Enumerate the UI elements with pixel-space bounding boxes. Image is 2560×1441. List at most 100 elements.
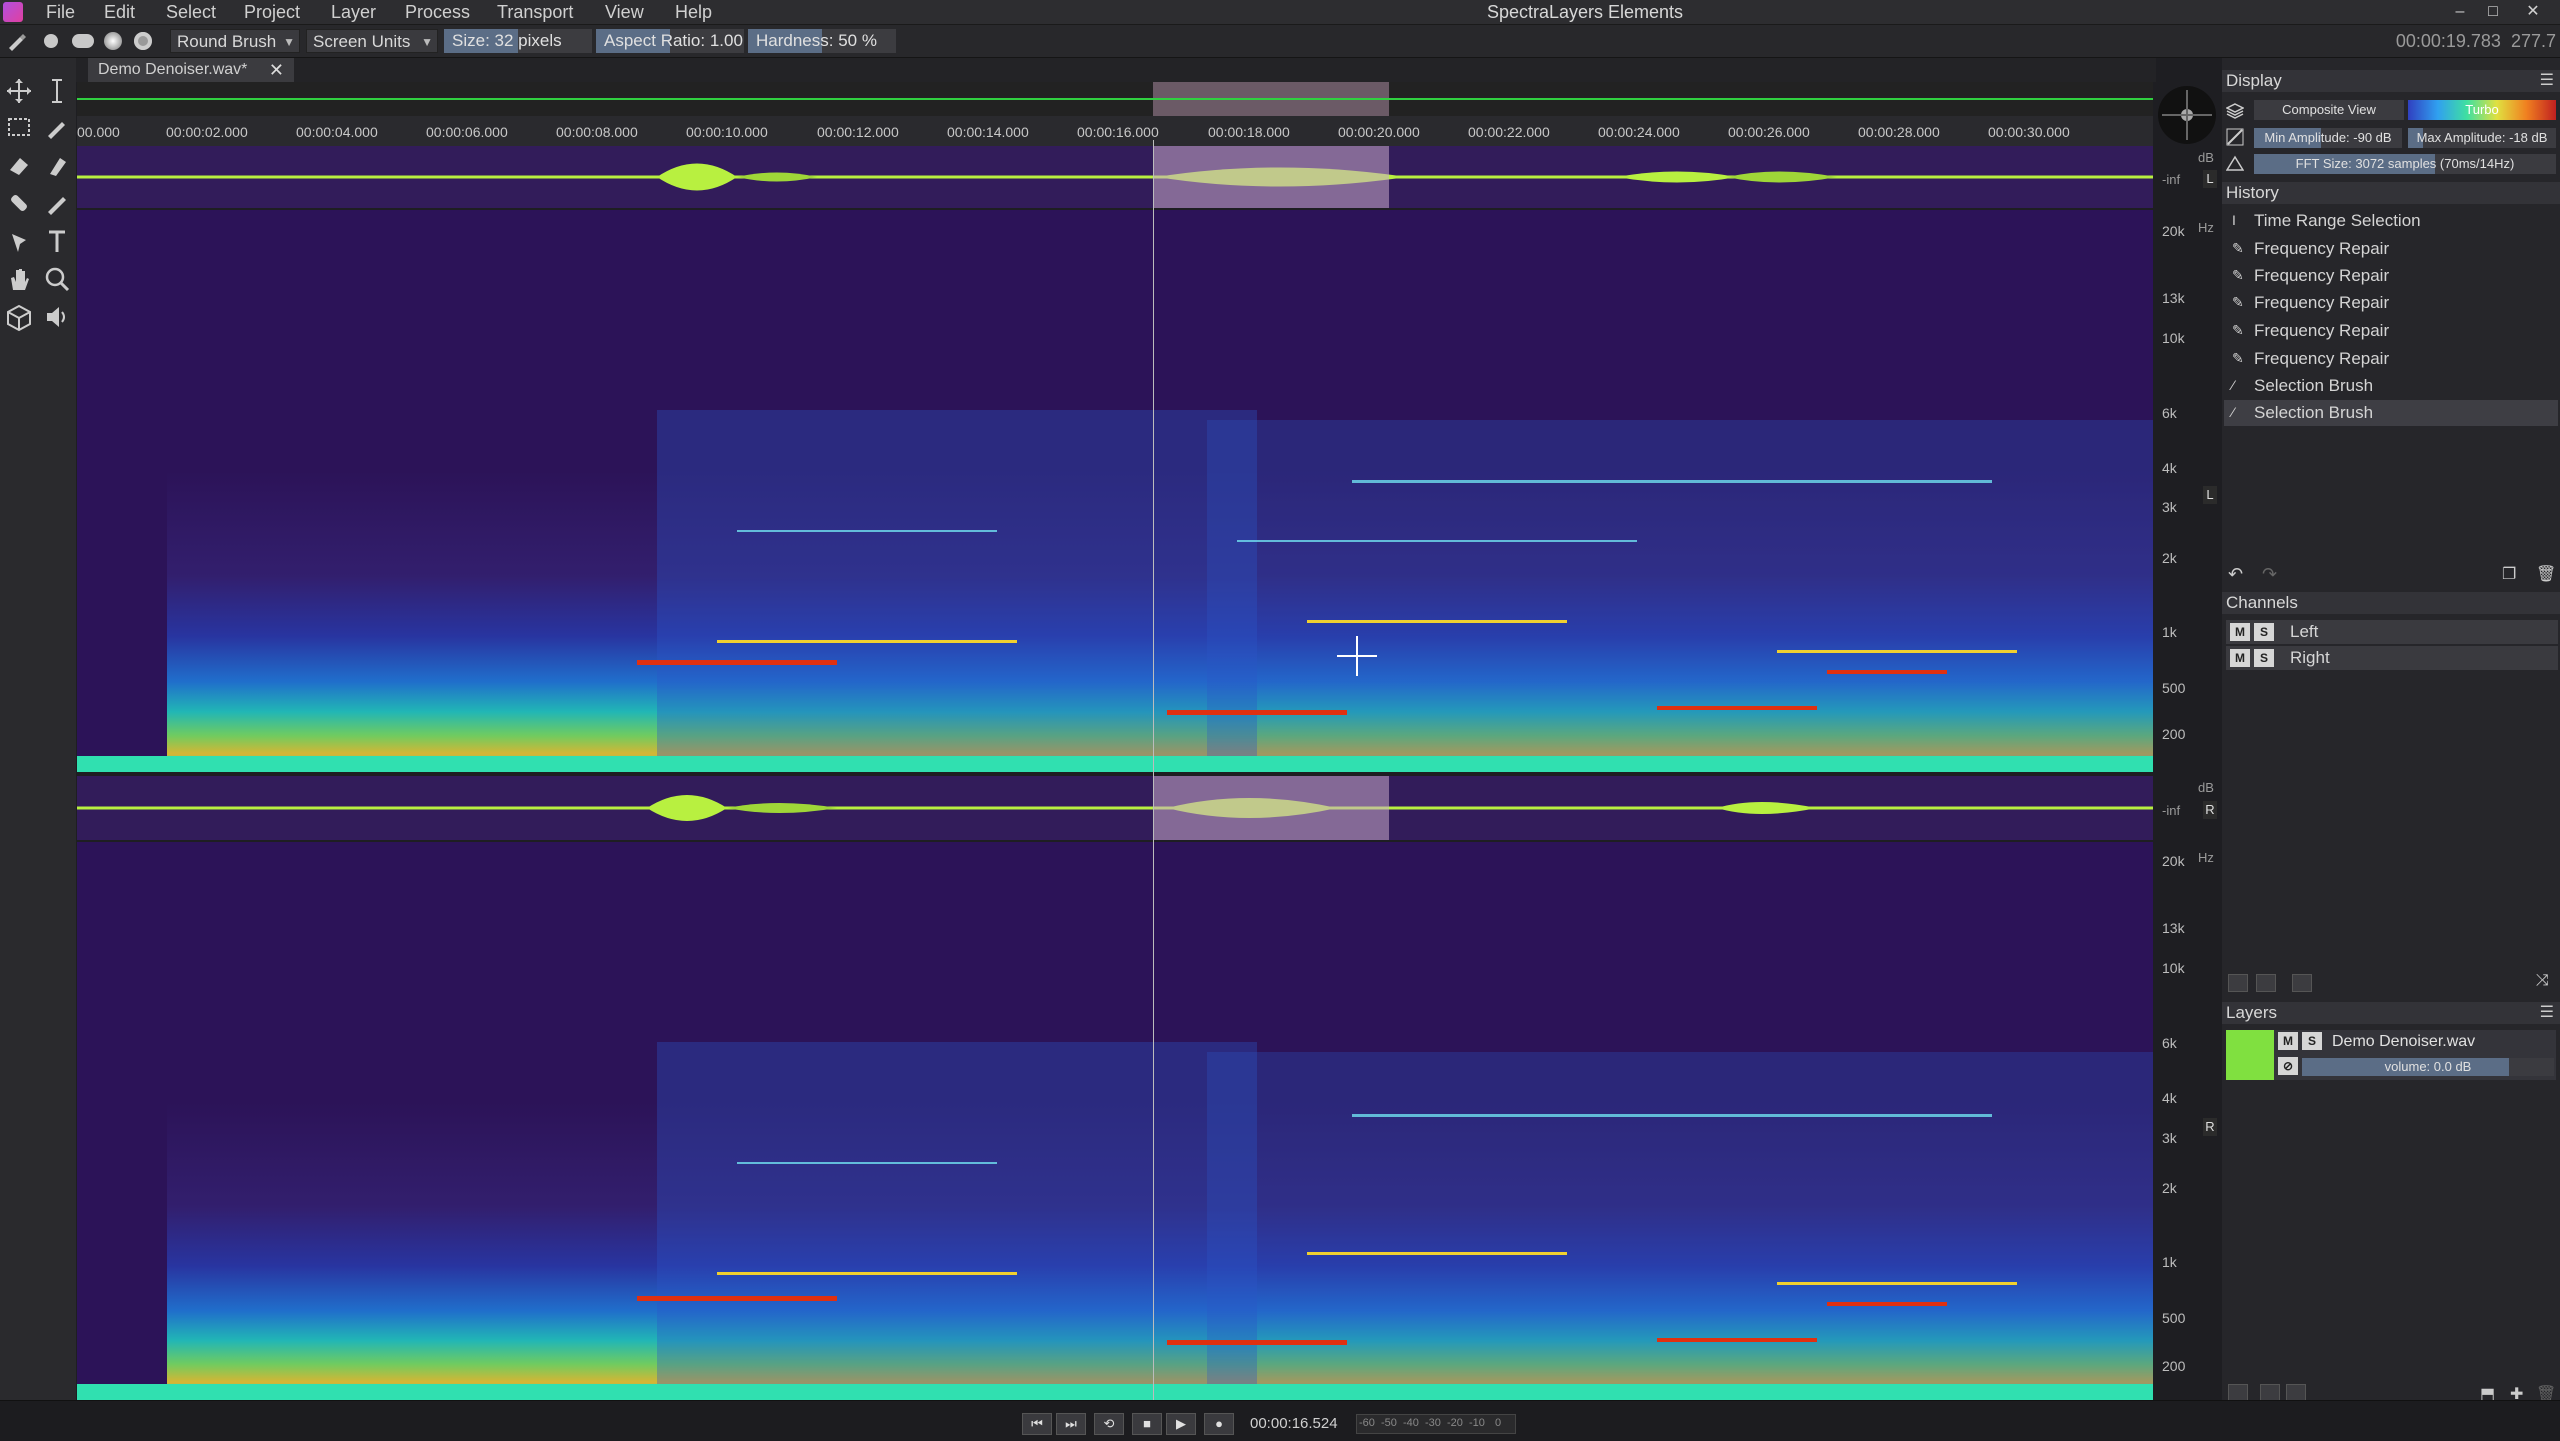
go-to-end-icon[interactable]: ⏭ [1056,1413,1086,1435]
layers-panel-header: Layers ☰ [2222,1002,2560,1024]
display-menu-icon[interactable]: ☰ [2540,70,2554,92]
history-panel-header: History [2222,182,2560,204]
bandage-icon: ✎ [2232,240,2244,256]
brush-shape-dropdown[interactable]: Round Brush ▼ [170,29,300,53]
brush-soft-icon[interactable] [104,32,122,50]
close-tab-icon[interactable]: ✕ [269,58,284,82]
file-tab[interactable]: Demo Denoiser.wav* ✕ [88,58,294,82]
amplitude-icon [2226,128,2244,146]
layers-stack-icon[interactable] [2226,102,2244,120]
brush-tool-icon[interactable] [6,31,26,51]
history-item[interactable]: ✎ Frequency Repair [2224,318,2558,344]
history-item[interactable]: ✎ Frequency Repair [2224,290,2558,316]
shuffle-icon[interactable]: ⤨ [2536,972,2549,990]
pencil-icon[interactable] [42,188,72,218]
channel-row-left[interactable]: M S Left [2226,620,2558,644]
channel-solo-all-button[interactable] [2256,974,2276,992]
layer-row[interactable]: M S Demo Denoiser.wav ⊘ volume: 0.0 dB [2226,1030,2556,1080]
time-select-tool-icon[interactable] [42,76,72,106]
menu-edit[interactable]: Edit [104,0,135,24]
copy-icon[interactable]: ❐ [2502,564,2516,584]
right-channel-badge: R [2203,801,2217,819]
mute-button[interactable]: M [2230,649,2250,667]
units-dropdown[interactable]: Screen Units ▼ [306,29,438,53]
meter-tick: -10 [1469,1417,1485,1429]
zoom-tool-icon[interactable] [42,264,72,294]
menu-layer[interactable]: Layer [331,0,376,24]
history-item[interactable]: ✎ Frequency Repair [2224,236,2558,262]
size-slider[interactable]: Size: 32 pixels [444,29,592,53]
pen-tool-icon[interactable] [4,226,34,256]
layers-menu-icon[interactable]: ☰ [2540,1002,2554,1024]
solo-button[interactable]: S [2254,623,2274,641]
brush-small-dot-icon[interactable] [44,34,58,48]
history-item[interactable]: ✎ Frequency Repair [2224,346,2558,372]
colormap-select[interactable]: Turbo [2408,100,2556,120]
loop-icon[interactable]: ⟲ [1094,1413,1124,1435]
right-spectrogram-image [77,1042,2153,1400]
time-tick-label: 00:00:06.000 [426,124,508,140]
minimize-icon[interactable]: – [2445,0,2475,24]
mute-button[interactable]: M [2230,623,2250,641]
max-amplitude-slider[interactable]: Max Amplitude: -18 dB [2408,128,2556,148]
min-amplitude-slider[interactable]: Min Amplitude: -90 dB [2254,128,2402,148]
rectangle-select-icon[interactable] [4,112,34,142]
transport-time: 00:00:16.524 [1250,1415,1338,1432]
menu-select[interactable]: Select [166,0,216,24]
speaker-icon[interactable] [42,302,72,332]
left-spectrogram[interactable] [77,210,2153,772]
left-selection-range[interactable] [1153,146,1389,208]
play-icon[interactable]: ▶ [1166,1413,1196,1435]
left-waveform[interactable] [77,146,2153,208]
menu-view[interactable]: View [605,0,644,24]
maximize-icon[interactable]: □ [2478,0,2508,24]
layer-volume-slider[interactable]: volume: 0.0 dB [2302,1058,2554,1076]
history-item-current[interactable]: ⁄ Selection Brush [2224,400,2558,426]
right-spectrogram[interactable] [77,842,2153,1400]
close-window-icon[interactable]: ✕ [2518,0,2548,24]
hand-tool-icon[interactable] [4,264,34,294]
stop-icon[interactable]: ■ [1132,1413,1162,1435]
frequency-repair-icon[interactable] [4,188,34,218]
menu-transport[interactable]: Transport [497,0,573,24]
channel-mute-all-button[interactable] [2228,974,2248,992]
menu-process[interactable]: Process [405,0,470,24]
text-tool-icon[interactable] [42,226,72,256]
navigator-wheel-icon[interactable] [2156,84,2218,146]
layer-solo-button[interactable]: S [2302,1032,2322,1050]
eraser-icon[interactable] [4,150,34,180]
brush-ellipse-icon[interactable] [72,34,94,48]
redo-icon[interactable]: ↷ [2262,564,2277,585]
time-tick-label: 00:00:24.000 [1598,124,1680,140]
brush-hard-icon[interactable] [134,32,152,50]
bandage-icon: ✎ [2232,294,2244,310]
fft-size-slider[interactable]: FFT Size: 3072 samples (70ms/14Hz) [2254,154,2556,174]
layer-fx-button[interactable]: ⊘ [2278,1057,2298,1075]
menu-help[interactable]: Help [675,0,712,24]
view-mode-select[interactable]: Composite View [2254,100,2404,120]
right-waveform[interactable] [77,776,2153,840]
playhead-line[interactable] [1153,140,1154,1400]
undo-icon[interactable]: ↶ [2228,564,2243,585]
3d-view-icon[interactable] [4,302,34,332]
selection-brush-icon[interactable] [42,112,72,142]
history-item[interactable]: ⁄ Selection Brush [2224,373,2558,399]
aspect-ratio-slider[interactable]: Aspect Ratio: 1.00 [596,29,744,53]
hardness-slider[interactable]: Hardness: 50 % [748,29,896,53]
record-icon[interactable]: ● [1204,1413,1234,1435]
menu-project[interactable]: Project [244,0,300,24]
freq-label: 20k [2162,223,2185,239]
channel-row-right[interactable]: M S Right [2226,646,2558,670]
history-item[interactable]: ✎ Frequency Repair [2224,263,2558,289]
right-selection-range[interactable] [1153,776,1389,840]
channel-list-icon[interactable] [2292,974,2312,992]
history-item[interactable]: I Time Range Selection [2224,208,2558,234]
layer-mute-button[interactable]: M [2278,1032,2298,1050]
tool-options-bar: Round Brush ▼ Screen Units ▼ Size: 32 pixe… [0,25,2560,75]
amplitude-brush-icon[interactable] [42,150,72,180]
trash-icon[interactable]: 🗑 [2536,564,2556,584]
solo-button[interactable]: S [2254,649,2274,667]
menu-file[interactable]: File [46,0,75,24]
go-to-start-icon[interactable]: ⏮ [1022,1413,1052,1435]
move-tool-icon[interactable] [4,76,34,106]
